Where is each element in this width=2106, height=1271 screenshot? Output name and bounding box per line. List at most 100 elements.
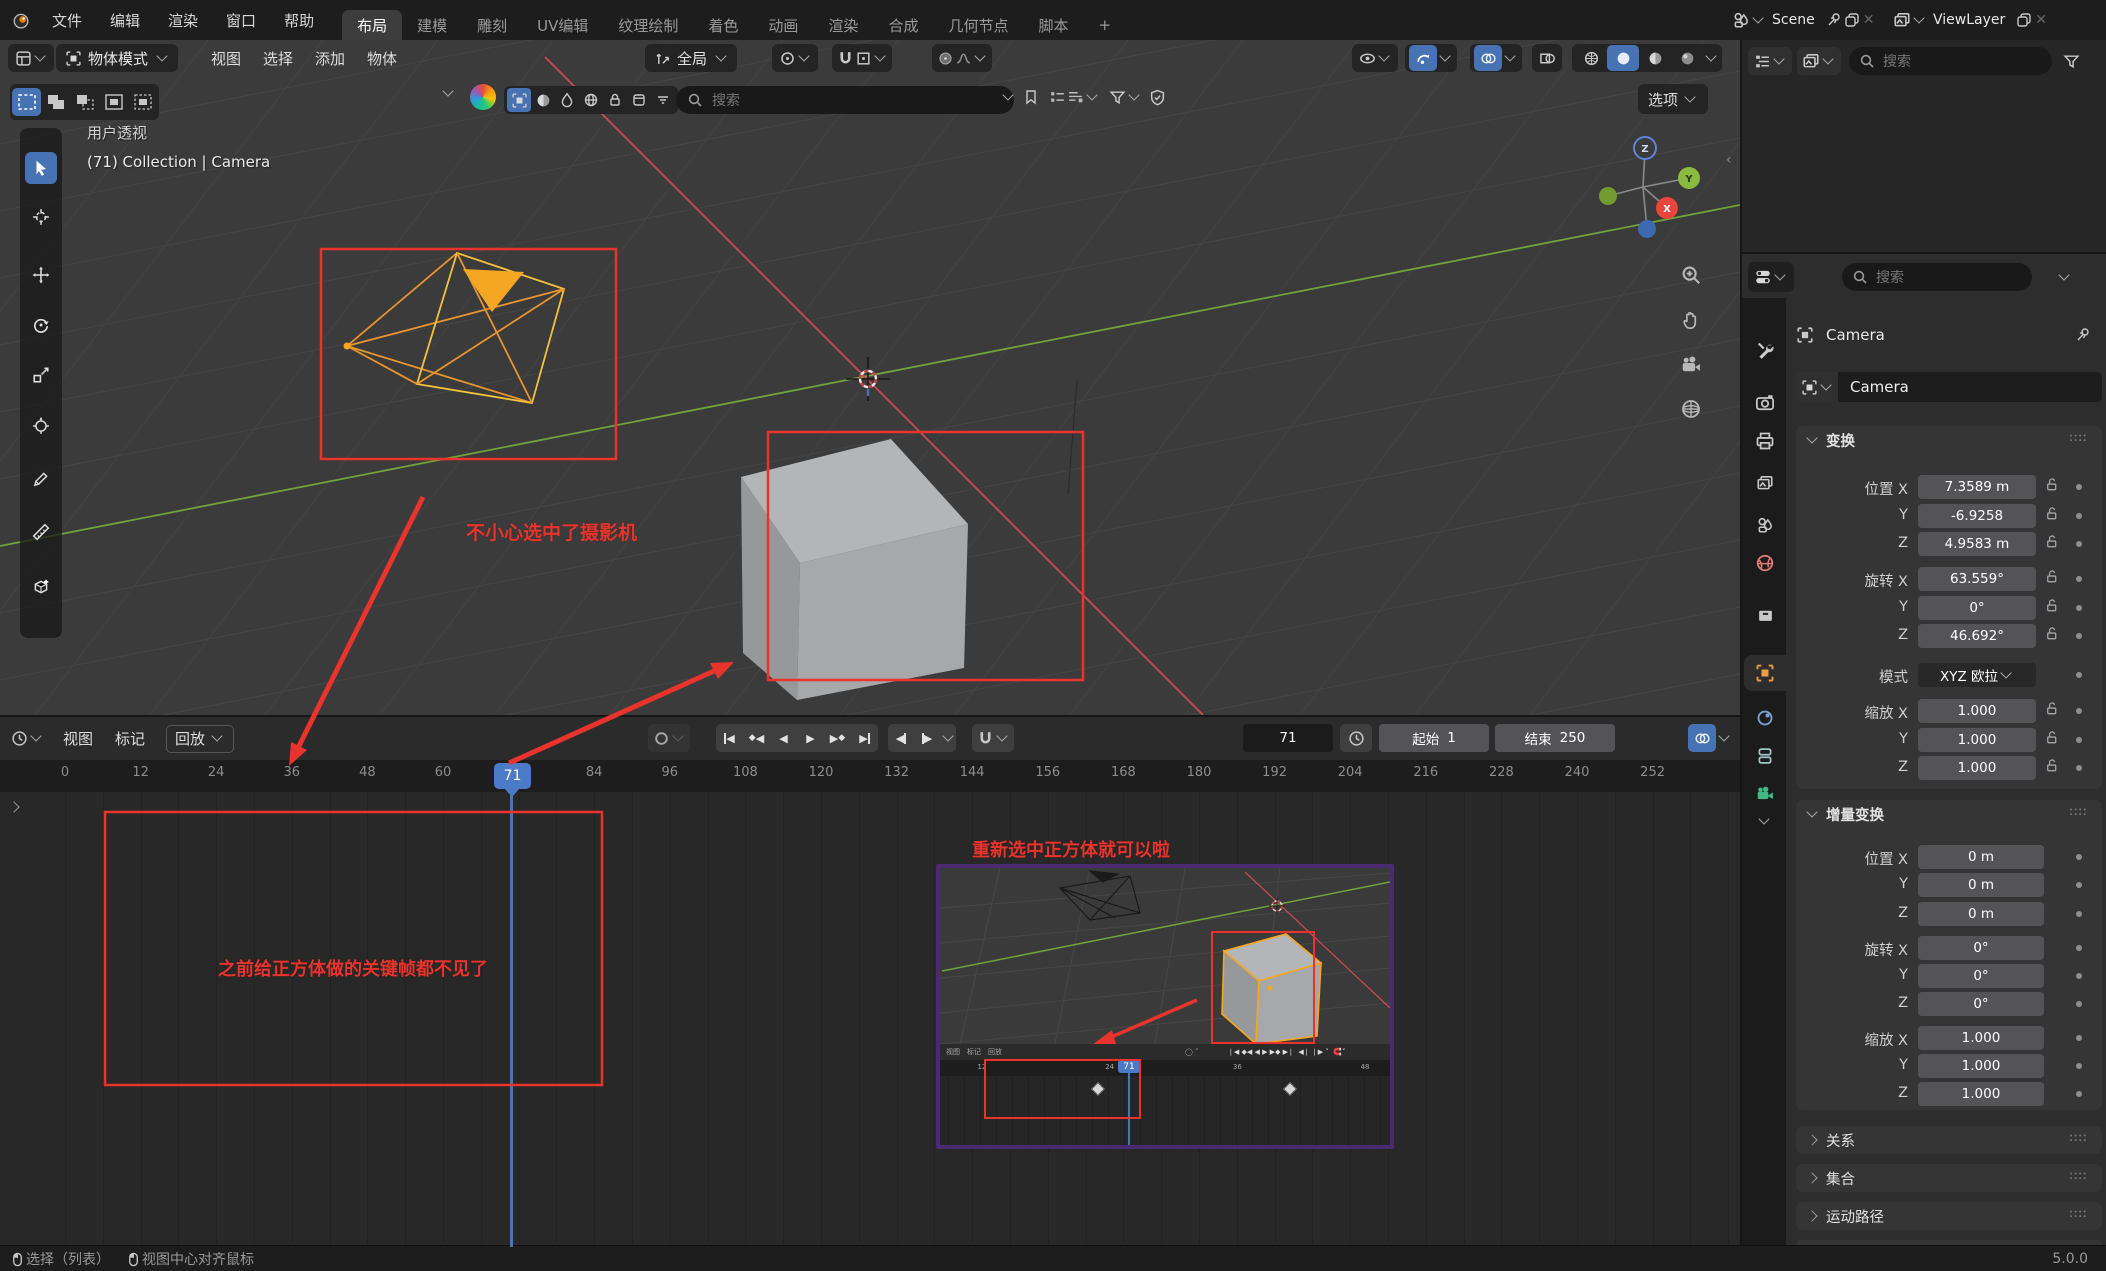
workspace-tab-布局[interactable]: 布局 bbox=[342, 10, 402, 40]
properties-tab-scene[interactable] bbox=[1744, 507, 1786, 543]
viewport-menu-视图[interactable]: 视图 bbox=[200, 45, 252, 71]
outliner-search[interactable]: 搜索 bbox=[1849, 47, 2052, 75]
outliner-filter-collection[interactable] bbox=[1797, 47, 1841, 75]
outliner-filter-icon[interactable] bbox=[2062, 52, 2080, 70]
tool-move-button[interactable] bbox=[25, 259, 57, 291]
animate-dot-0[interactable] bbox=[2076, 484, 2082, 490]
play-button[interactable]: ▶ bbox=[797, 725, 824, 751]
panel-运动路径-header[interactable]: 运动路径 bbox=[1796, 1202, 2102, 1230]
play-reverse-button[interactable]: ◀ bbox=[770, 725, 797, 751]
workspace-tab-渲染[interactable]: 渲染 bbox=[813, 10, 873, 40]
transform-field-Y[interactable]: 1.000 bbox=[1918, 728, 2036, 752]
snap-target-icon[interactable] bbox=[854, 49, 872, 67]
lock-icon-0[interactable] bbox=[2044, 477, 2059, 492]
tool-annotate-button[interactable] bbox=[25, 463, 57, 495]
viewport-3d[interactable]: 物体模式 视图选择添加物体 全局 bbox=[0, 40, 1740, 715]
properties-tab-collection[interactable] bbox=[1744, 597, 1786, 633]
new-scene-icon[interactable] bbox=[1843, 11, 1861, 29]
visibility-dropdown[interactable] bbox=[1352, 44, 1398, 72]
tool-measure-button[interactable] bbox=[25, 516, 57, 548]
close-viewlayer-icon[interactable]: ✕ bbox=[2035, 12, 2047, 28]
pivot-point-button[interactable] bbox=[772, 44, 818, 72]
delta-animate-dot-3[interactable] bbox=[2076, 945, 2082, 951]
tool-cursor-button[interactable] bbox=[25, 201, 57, 233]
workspace-tab-建模[interactable]: 建模 bbox=[402, 10, 462, 40]
bookmark-icon[interactable] bbox=[1022, 88, 1040, 106]
filter-paint-button[interactable] bbox=[555, 88, 579, 112]
filter-bars-button[interactable] bbox=[651, 88, 675, 112]
camera-view-icon[interactable] bbox=[1678, 352, 1704, 380]
current-frame-field[interactable]: 71 bbox=[1243, 724, 1333, 752]
properties-tab-constraints[interactable] bbox=[1744, 738, 1786, 774]
transform-field-缩放 X[interactable]: 1.000 bbox=[1918, 699, 2036, 723]
lock-icon-5[interactable] bbox=[2044, 626, 2059, 641]
delta-animate-dot-0[interactable] bbox=[2076, 854, 2082, 860]
lock-icon-4[interactable] bbox=[2044, 598, 2059, 613]
prev-frame-button[interactable]: ◀ bbox=[888, 725, 914, 751]
scene-name[interactable]: Scene bbox=[1772, 12, 1815, 28]
delta-animate-dot-2[interactable] bbox=[2076, 911, 2082, 917]
select-set-button[interactable] bbox=[12, 88, 41, 116]
filter-lock-button[interactable] bbox=[603, 88, 627, 112]
lock-icon-7[interactable] bbox=[2044, 701, 2059, 716]
transform-field-模式[interactable]: XYZ 欧拉 bbox=[1918, 663, 2036, 687]
transform-panel-header[interactable]: 变换 bbox=[1796, 426, 2102, 454]
viewport-menu-物体[interactable]: 物体 bbox=[356, 45, 408, 71]
animate-dot-6[interactable] bbox=[2076, 672, 2082, 678]
panel-关系-header[interactable]: 关系 bbox=[1796, 1126, 2102, 1154]
shading-solid-button[interactable] bbox=[1607, 45, 1639, 71]
proportional-edit-icon[interactable] bbox=[936, 49, 954, 67]
tool-transform-button[interactable] bbox=[25, 410, 57, 442]
delta-field-4[interactable]: 0° bbox=[1918, 964, 2044, 988]
current-frame-line[interactable] bbox=[510, 792, 513, 1247]
filter-card-button[interactable] bbox=[627, 88, 651, 112]
delta-animate-dot-5[interactable] bbox=[2076, 1001, 2082, 1007]
overlays-toggle[interactable] bbox=[1470, 44, 1522, 72]
transform-field-Z[interactable]: 4.9583 m bbox=[1918, 532, 2036, 556]
display-mode-icon[interactable] bbox=[1048, 88, 1066, 106]
transform-field-旋转 X[interactable]: 63.559° bbox=[1918, 567, 2036, 591]
timeline-menu-视图[interactable]: 视图 bbox=[52, 726, 104, 752]
topbar-menu-帮助[interactable]: 帮助 bbox=[270, 6, 328, 34]
auto-key-icon[interactable] bbox=[652, 729, 670, 747]
panel-运动路径-grip[interactable] bbox=[2068, 1208, 2088, 1224]
delta-field-1[interactable]: 0 m bbox=[1918, 873, 2044, 897]
gizmo-z-neg[interactable] bbox=[1638, 220, 1656, 238]
next-keyframe-button[interactable]: ▶◆ bbox=[824, 725, 851, 751]
lock-icon-8[interactable] bbox=[2044, 730, 2059, 745]
select-invert-button[interactable] bbox=[99, 88, 128, 116]
select-extend-button[interactable] bbox=[41, 88, 70, 116]
display-sort-icon[interactable] bbox=[1066, 88, 1084, 106]
delta-transform-panel-header[interactable]: 增量变换 bbox=[1796, 800, 2102, 828]
properties-search[interactable]: 搜索 bbox=[1842, 263, 2032, 291]
snap-magnet-icon[interactable] bbox=[836, 49, 854, 67]
jump-start-button[interactable]: ◀ bbox=[716, 725, 743, 751]
pin-icon[interactable] bbox=[1825, 11, 1843, 29]
frame-start-field[interactable]: 起始1 bbox=[1379, 724, 1489, 752]
object-id-dropdown[interactable] bbox=[1796, 372, 1838, 402]
lock-icon-3[interactable] bbox=[2044, 569, 2059, 584]
properties-tab-render[interactable] bbox=[1744, 385, 1786, 421]
object-name-field[interactable]: Camera bbox=[1838, 372, 2102, 402]
topbar-menu-文件[interactable]: 文件 bbox=[38, 6, 96, 34]
delta-field-5[interactable]: 0° bbox=[1918, 992, 2044, 1016]
properties-tab-data[interactable] bbox=[1744, 776, 1786, 812]
breadcrumb-label[interactable]: Camera bbox=[1826, 326, 1885, 344]
delta-field-0[interactable]: 0 m bbox=[1918, 845, 2044, 869]
animate-dot-3[interactable] bbox=[2076, 576, 2082, 582]
transform-orientation[interactable]: 全局 bbox=[645, 44, 737, 72]
filter-select-button[interactable] bbox=[507, 88, 531, 112]
shading-material-button[interactable] bbox=[1639, 45, 1671, 71]
animate-dot-4[interactable] bbox=[2076, 605, 2082, 611]
frame-end-field[interactable]: 结束250 bbox=[1495, 724, 1615, 752]
tool-rotate-button[interactable] bbox=[25, 309, 57, 341]
transform-field-Y[interactable]: 0° bbox=[1918, 596, 2036, 620]
lock-icon-9[interactable] bbox=[2044, 758, 2059, 773]
animate-dot-7[interactable] bbox=[2076, 708, 2082, 714]
tool-add-cube-button[interactable] bbox=[25, 571, 57, 603]
playback-menu[interactable]: 回放 bbox=[166, 725, 234, 753]
workspace-tab-雕刻[interactable]: 雕刻 bbox=[462, 10, 522, 40]
filter-world-button[interactable] bbox=[579, 88, 603, 112]
select-subtract-button[interactable] bbox=[70, 88, 99, 116]
ortho-toggle-icon[interactable] bbox=[1678, 396, 1704, 424]
